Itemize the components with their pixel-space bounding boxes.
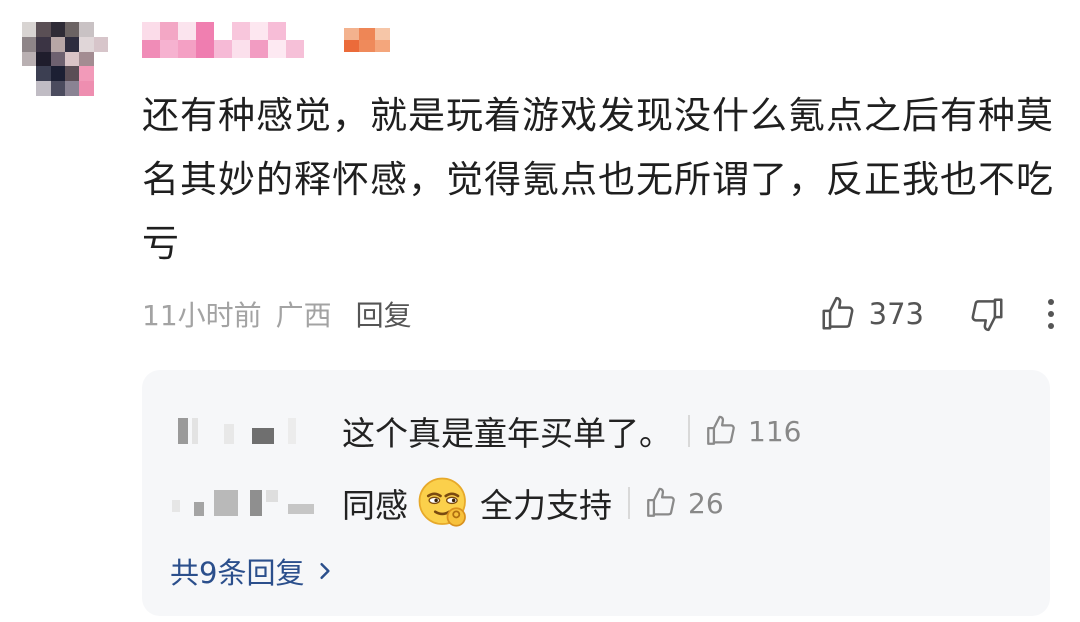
- reply-username[interactable]: [172, 418, 342, 444]
- thumbs-up-icon: [647, 487, 675, 517]
- thumbs-up-icon: [707, 415, 735, 445]
- like-count: 373: [868, 297, 924, 331]
- user-badge: [344, 28, 390, 52]
- reply-like-button[interactable]: 26: [644, 486, 724, 520]
- thumbs-up-icon: [822, 296, 854, 330]
- comment-time: 11小时前: [142, 299, 262, 332]
- comment-text: 还有种感觉，就是玩着游戏发现没什么氪点之后有种莫名其妙的释怀感，觉得氪点也无所谓…: [142, 94, 1054, 265]
- username[interactable]: [142, 22, 322, 58]
- reply-like-count: 26: [688, 486, 724, 520]
- reply-text: 同感: [342, 486, 408, 525]
- like-button[interactable]: 373: [819, 295, 924, 333]
- divider: [688, 415, 690, 447]
- comment-actions: 373: [819, 290, 1056, 338]
- thumbs-down-icon: [971, 298, 1003, 332]
- reply-item: 这个真是童年买单了。 116: [172, 406, 801, 456]
- chevron-right-icon: [320, 563, 331, 579]
- divider: [628, 487, 630, 519]
- reply-like-button[interactable]: 116: [704, 414, 801, 448]
- comment-meta: 11小时前 广西 回复: [142, 292, 412, 336]
- avatar[interactable]: [22, 22, 108, 96]
- dislike-button[interactable]: [968, 295, 1006, 333]
- replies-panel: 这个真是童年买单了。 116 同感 全力支持 26 共9条回复: [142, 370, 1050, 616]
- more-replies-label: 共9条回复: [170, 556, 305, 590]
- comment-location: 广西: [275, 299, 332, 332]
- reply-item: 同感 全力支持 26: [172, 477, 724, 528]
- reply-text-suffix: 全力支持: [480, 486, 612, 525]
- more-vertical-icon[interactable]: [1046, 299, 1056, 329]
- smirk-ok-emoji: [418, 477, 466, 527]
- more-replies-link[interactable]: 共9条回复: [170, 550, 334, 592]
- reply-text: 这个真是童年买单了。: [342, 414, 672, 453]
- reply-like-count: 116: [748, 414, 802, 448]
- reply-button[interactable]: 回复: [356, 294, 412, 334]
- reply-username[interactable]: [172, 490, 342, 516]
